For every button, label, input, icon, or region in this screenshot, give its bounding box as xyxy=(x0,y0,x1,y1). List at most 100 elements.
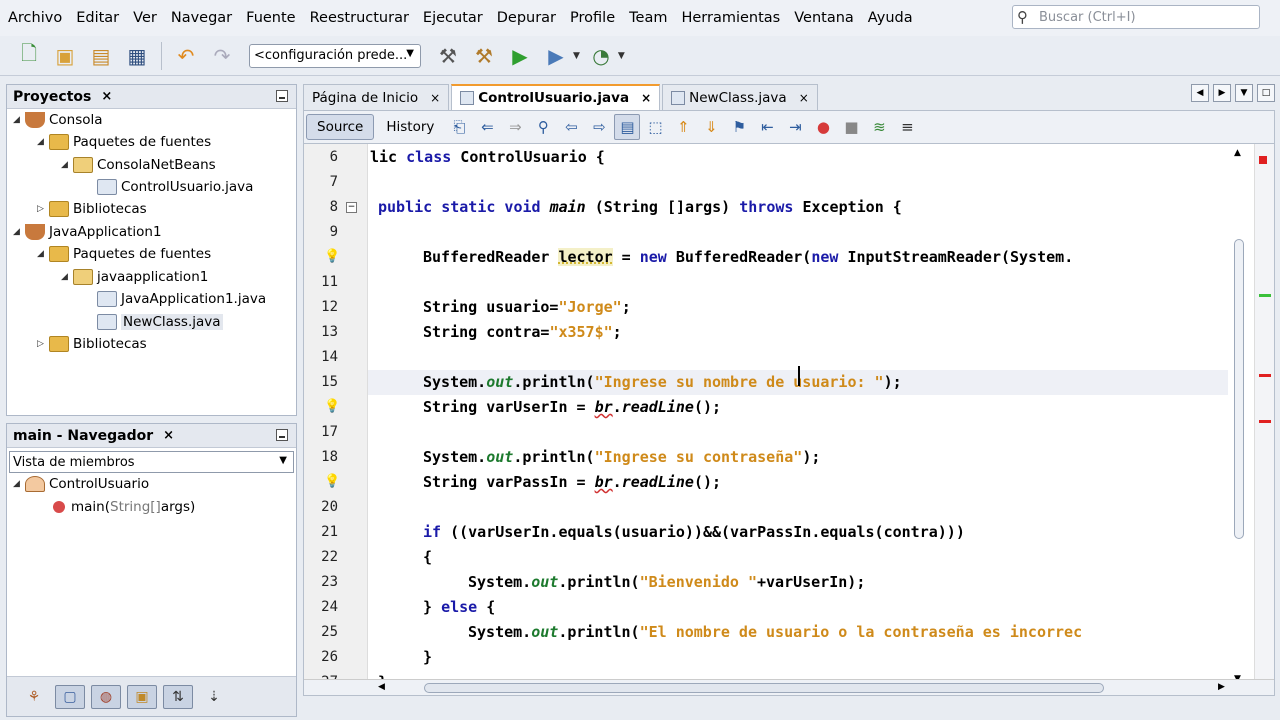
expand-icon[interactable]: ▷ xyxy=(37,339,49,349)
menu-ayuda[interactable]: Ayuda xyxy=(860,0,919,36)
build-hammer-icon[interactable]: ⚒ xyxy=(433,41,463,71)
find-icon[interactable]: ⚲ xyxy=(530,114,556,140)
new-file-icon[interactable]: 🗋 xyxy=(14,41,44,71)
find-previous-icon[interactable]: ⇦ xyxy=(558,114,584,140)
tab-controlusuario[interactable]: ControlUsuario.java × xyxy=(451,84,661,110)
nav-item-class[interactable]: ◢ ControlUsuario xyxy=(13,473,149,495)
menu-fuente[interactable]: Fuente xyxy=(238,0,301,36)
menu-depurar[interactable]: Depurar xyxy=(489,0,562,36)
menu-archivo[interactable]: Archivo xyxy=(0,0,68,36)
menu-profile[interactable]: Profile xyxy=(562,0,621,36)
collapse-icon[interactable]: ◢ xyxy=(37,137,49,147)
back-icon[interactable]: ⇐ xyxy=(474,114,500,140)
tab-newclass[interactable]: NewClass.java × xyxy=(662,84,818,110)
filter-fields-icon[interactable]: ▢ xyxy=(55,684,85,709)
filter-private-icon[interactable]: ▣ xyxy=(127,684,157,709)
nav-item-method[interactable]: main(String[] args) xyxy=(49,496,195,518)
vertical-scroll-thumb[interactable] xyxy=(1234,239,1244,539)
redo-icon[interactable]: ↷ xyxy=(207,41,237,71)
close-icon[interactable]: × xyxy=(799,91,809,105)
tree-item-paquetes-2[interactable]: ◢ Paquetes de fuentes xyxy=(37,243,211,265)
code-editor[interactable]: 6 7 8 − 9 💡 11 12 13 14 15 💡 17 18 💡 20 … xyxy=(303,144,1275,696)
lightbulb-hint-icon[interactable]: 💡 xyxy=(324,249,340,265)
collapse-icon[interactable]: ◢ xyxy=(13,227,25,237)
error-marker[interactable] xyxy=(1259,156,1267,164)
history-tab[interactable]: History xyxy=(376,114,444,140)
search-box[interactable]: ⚲ Buscar (Ctrl+I) xyxy=(1012,5,1260,29)
configuration-select[interactable]: <configuración prede... ▼ xyxy=(249,43,421,68)
scroll-tabs-right-icon[interactable]: ▶ xyxy=(1213,84,1231,102)
menu-reestructurar[interactable]: Reestructurar xyxy=(302,0,415,36)
warning-marker[interactable] xyxy=(1259,294,1271,297)
menu-herramientas[interactable]: Herramientas xyxy=(673,0,786,36)
inherited-members-icon[interactable]: ⚘ xyxy=(19,685,49,709)
scroll-left-icon[interactable]: ◀ xyxy=(378,682,385,692)
fold-toggle-icon[interactable]: − xyxy=(346,202,357,213)
tree-item-newclass[interactable]: NewClass.java xyxy=(85,311,223,333)
uncomment-icon[interactable]: ≡ xyxy=(894,114,920,140)
toggle-bookmark-icon[interactable]: ⚑ xyxy=(726,114,752,140)
toggle-highlight-icon[interactable]: ▤ xyxy=(614,114,641,140)
menu-ver[interactable]: Ver xyxy=(125,0,163,36)
tree-item-consolanetbeans[interactable]: ◢ ConsolaNetBeans xyxy=(61,154,216,176)
tree-item-javaapplication1-java[interactable]: JavaApplication1.java xyxy=(85,288,266,310)
new-project-icon[interactable]: ▣ xyxy=(50,41,80,71)
error-marker[interactable] xyxy=(1259,374,1271,377)
tree-item-bibliotecas[interactable]: ▷ Bibliotecas xyxy=(37,198,147,220)
tree-item-consola[interactable]: ◢ Consola xyxy=(13,109,103,131)
expand-icon[interactable]: ▷ xyxy=(37,204,49,214)
debug-icon[interactable]: ▶ xyxy=(541,41,571,71)
collapse-icon[interactable]: ◢ xyxy=(61,272,73,282)
last-edit-icon[interactable]: ⎗ xyxy=(446,114,472,140)
tab-pagina-de-inicio[interactable]: Página de Inicio × xyxy=(303,84,450,110)
show-opened-documents-icon[interactable]: ▼ xyxy=(1235,84,1253,102)
sort-by-name-icon[interactable]: ⇅ xyxy=(163,684,193,709)
minimize-icon[interactable] xyxy=(276,429,288,441)
scroll-tabs-left-icon[interactable]: ◀ xyxy=(1191,84,1209,102)
sort-by-source-icon[interactable]: ⇣ xyxy=(199,685,229,709)
clean-build-icon[interactable]: ⚒ xyxy=(469,41,499,71)
tree-item-paquetes[interactable]: ◢ Paquetes de fuentes xyxy=(37,131,211,153)
close-icon[interactable]: × xyxy=(641,91,651,105)
collapse-icon[interactable]: ◢ xyxy=(13,115,25,125)
shift-left-icon[interactable]: ⇤ xyxy=(754,114,780,140)
scroll-right-icon[interactable]: ▶ xyxy=(1218,682,1225,692)
menu-ejecutar[interactable]: Ejecutar xyxy=(415,0,489,36)
error-marker[interactable] xyxy=(1259,420,1271,423)
tree-item-bibliotecas-2[interactable]: ▷ Bibliotecas xyxy=(37,333,147,355)
tree-item-javaapplication1-pkg[interactable]: ◢ javaapplication1 xyxy=(61,266,208,288)
error-hint-icon[interactable]: 💡 xyxy=(324,474,340,490)
error-hint-icon[interactable]: 💡 xyxy=(324,399,340,415)
menu-ventana[interactable]: Ventana xyxy=(786,0,860,36)
comment-icon[interactable]: ≋ xyxy=(866,114,892,140)
collapse-icon[interactable]: ◢ xyxy=(61,160,73,170)
tree-item-controlusuario[interactable]: ControlUsuario.java xyxy=(85,176,253,198)
find-next-icon[interactable]: ⇨ xyxy=(586,114,612,140)
run-icon[interactable]: ▶ xyxy=(505,41,535,71)
profile-dropdown-icon[interactable]: ▼ xyxy=(618,51,625,61)
horizontal-scrollbar[interactable]: ◀ ▶ xyxy=(304,679,1274,695)
debug-dropdown-icon[interactable]: ▼ xyxy=(573,51,580,61)
navigator-view-select[interactable]: Vista de miembros ▼ xyxy=(9,451,294,473)
toggle-rect-selection-icon[interactable]: ⬚ xyxy=(642,114,668,140)
stop-macro-icon[interactable]: ■ xyxy=(838,114,864,140)
menu-editar[interactable]: Editar xyxy=(68,0,125,36)
horizontal-scroll-thumb[interactable] xyxy=(424,683,1104,693)
collapse-icon[interactable]: ◢ xyxy=(37,249,49,259)
close-icon[interactable]: × xyxy=(430,91,440,105)
profile-icon[interactable]: ◔ xyxy=(586,41,616,71)
undo-icon[interactable]: ↶ xyxy=(171,41,201,71)
close-icon[interactable]: × xyxy=(163,428,174,443)
maximize-window-icon[interactable]: □ xyxy=(1257,84,1275,102)
minimize-icon[interactable] xyxy=(276,90,288,102)
save-all-icon[interactable]: ▦ xyxy=(122,41,152,71)
open-project-icon[interactable]: ▤ xyxy=(86,41,116,71)
forward-icon[interactable]: ⇒ xyxy=(502,114,528,140)
collapse-icon[interactable]: ◢ xyxy=(13,479,25,489)
scroll-up-icon[interactable]: ▲ xyxy=(1234,148,1241,158)
source-tab[interactable]: Source xyxy=(306,114,375,140)
vertical-scrollbar[interactable]: ▲ ▼ xyxy=(1232,144,1246,684)
menu-navegar[interactable]: Navegar xyxy=(163,0,238,36)
previous-bookmark-icon[interactable]: ⇑ xyxy=(670,114,696,140)
menu-team[interactable]: Team xyxy=(621,0,673,36)
